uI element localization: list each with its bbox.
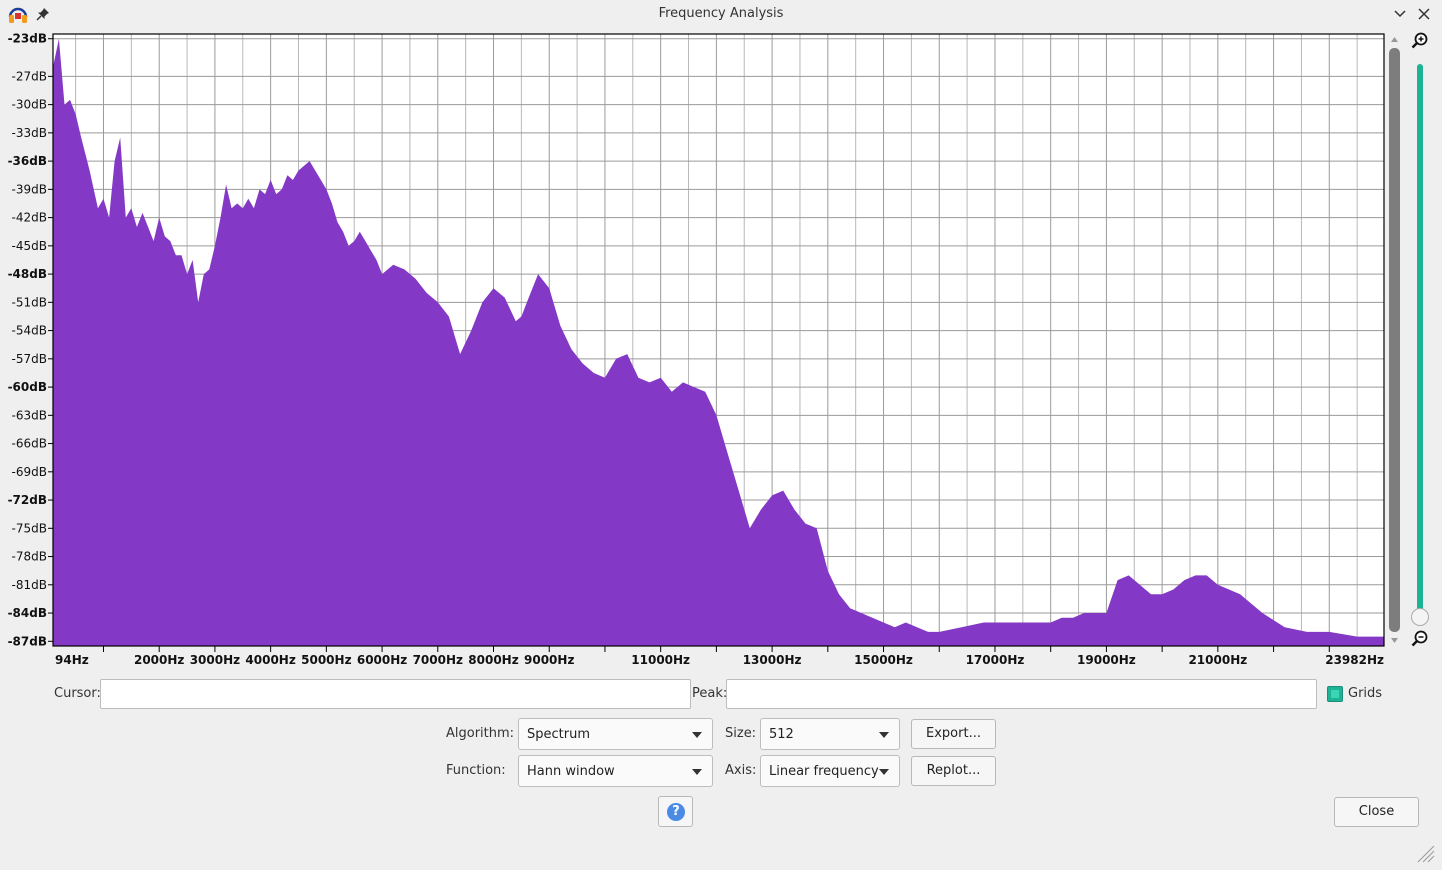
x-tick-label: 21000Hz	[1188, 653, 1247, 667]
y-tick-label: -84dB	[8, 606, 47, 620]
x-axis: 94Hz 2000Hz 3000Hz 4000Hz 5000Hz 6000Hz 7000Hz…	[55, 646, 1384, 667]
grids-checkbox[interactable]	[1327, 686, 1343, 702]
axis-value: Linear frequency	[769, 764, 879, 779]
y-tick-label: -57dB	[12, 352, 47, 366]
axis-label: Axis:	[725, 763, 757, 778]
help-button[interactable]: ?	[658, 796, 693, 827]
size-label: Size:	[725, 726, 757, 741]
grids-label[interactable]: Grids	[1348, 686, 1382, 701]
scroll-up-arrow-icon[interactable]	[1391, 37, 1398, 42]
y-tick-label: -36dB	[8, 154, 47, 168]
spectrum-plot[interactable]: -23dB -27dB -30dB -33dB -36dB -39dB -42dB -45dB…	[0, 28, 1442, 673]
resize-grip-icon[interactable]	[1414, 842, 1436, 864]
x-tick-label: 94Hz	[55, 653, 89, 667]
x-tick-label: 6000Hz	[357, 653, 407, 667]
function-select[interactable]: Hann window	[518, 755, 713, 787]
cursor-field[interactable]	[100, 679, 691, 709]
algorithm-label: Algorithm:	[446, 726, 515, 741]
zoom-slider-track[interactable]	[1417, 64, 1423, 612]
zoom-slider-handle[interactable]	[1411, 608, 1429, 626]
x-tick-label: 4000Hz	[245, 653, 295, 667]
chevron-down-icon	[692, 732, 702, 738]
x-tick-label: 9000Hz	[524, 653, 574, 667]
x-tick-label: 17000Hz	[966, 653, 1025, 667]
x-tick-label: 2000Hz	[134, 653, 184, 667]
y-tick-label: -48dB	[8, 267, 47, 281]
chevron-down-icon[interactable]	[1392, 6, 1408, 22]
y-tick-label: -45dB	[12, 239, 47, 253]
algorithm-select[interactable]: Spectrum	[518, 718, 713, 750]
x-tick-label: 23982Hz	[1325, 653, 1384, 667]
window-title: Frequency Analysis	[658, 6, 784, 21]
algorithm-value: Spectrum	[527, 727, 590, 742]
y-tick-label: -23dB	[8, 32, 47, 46]
function-label: Function:	[446, 763, 506, 778]
y-tick-label: -51dB	[12, 295, 47, 309]
size-value: 512	[769, 727, 794, 742]
x-tick-label: 7000Hz	[413, 653, 463, 667]
y-tick-label: -87dB	[8, 634, 47, 648]
y-axis: -23dB -27dB -30dB -33dB -36dB -39dB -42dB -45dB…	[8, 32, 53, 648]
x-tick-label: 5000Hz	[301, 653, 351, 667]
chevron-down-icon	[692, 769, 702, 775]
y-tick-label: -27dB	[12, 69, 47, 83]
y-tick-label: -81dB	[12, 578, 47, 592]
y-tick-label: -72dB	[8, 493, 47, 507]
replot-button[interactable]: Replot...	[911, 756, 996, 786]
y-tick-label: -78dB	[12, 550, 47, 564]
y-tick-label: -39dB	[12, 182, 47, 196]
y-tick-label: -42dB	[12, 211, 47, 225]
y-tick-label: -33dB	[12, 126, 47, 140]
y-tick-label: -30dB	[12, 98, 47, 112]
function-value: Hann window	[527, 764, 615, 779]
peak-field[interactable]	[726, 679, 1317, 709]
cursor-label: Cursor:	[54, 686, 101, 701]
window-titlebar: Frequency Analysis	[0, 0, 1442, 28]
y-tick-label: -66dB	[12, 437, 47, 451]
y-tick-label: -75dB	[12, 521, 47, 535]
y-tick-label: -69dB	[12, 465, 47, 479]
y-tick-label: -60dB	[8, 380, 47, 394]
x-tick-label: 15000Hz	[854, 653, 913, 667]
scroll-down-arrow-icon[interactable]	[1391, 638, 1398, 643]
peak-label: Peak:	[692, 686, 728, 701]
zoom-out-icon[interactable]	[1411, 630, 1429, 648]
x-tick-label: 11000Hz	[631, 653, 690, 667]
zoom-in-icon[interactable]	[1411, 32, 1429, 50]
x-tick-label: 19000Hz	[1077, 653, 1136, 667]
close-icon[interactable]	[1416, 6, 1432, 22]
x-tick-label: 8000Hz	[468, 653, 518, 667]
export-button[interactable]: Export...	[911, 719, 996, 749]
x-tick-label: 3000Hz	[190, 653, 240, 667]
close-button[interactable]: Close	[1334, 797, 1419, 827]
axis-select[interactable]: Linear frequency	[760, 755, 900, 787]
x-tick-label: 13000Hz	[743, 653, 802, 667]
size-select[interactable]: 512	[760, 718, 900, 750]
chevron-down-icon	[879, 732, 889, 738]
help-icon: ?	[667, 803, 685, 821]
y-tick-label: -54dB	[12, 324, 47, 338]
y-tick-label: -63dB	[12, 408, 47, 422]
vertical-scrollbar-thumb[interactable]	[1389, 48, 1400, 632]
chevron-down-icon	[879, 769, 889, 775]
